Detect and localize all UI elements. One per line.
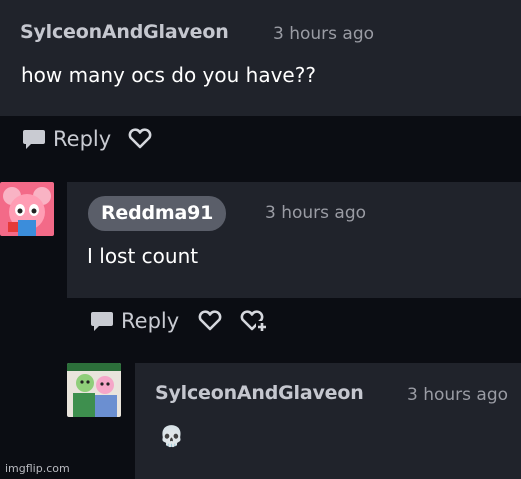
comment-text: how many ocs do you have?? bbox=[21, 63, 316, 87]
comment-username[interactable]: Reddma91 bbox=[88, 196, 227, 231]
comment-timestamp: 3 hours ago bbox=[273, 24, 375, 44]
reply-label: Reply bbox=[121, 309, 180, 333]
comment-thread: SylceonAndGlaveon 3 hours ago how many o… bbox=[0, 0, 521, 479]
avatar[interactable] bbox=[67, 363, 121, 417]
comment-actions: Reply bbox=[90, 309, 269, 333]
comment-card: SylceonAndGlaveon 3 hours ago how many o… bbox=[0, 0, 521, 116]
comment-card: Reddma91 3 hours ago I lost count bbox=[67, 182, 521, 298]
comment-text: I lost count bbox=[87, 244, 199, 268]
watermark: imgflip.com bbox=[5, 462, 70, 475]
comment-timestamp: 3 hours ago bbox=[407, 385, 509, 405]
reply-label: Reply bbox=[53, 127, 112, 151]
add-like-button[interactable] bbox=[239, 309, 269, 333]
comment-username[interactable]: SylceonAndGlaveon bbox=[155, 382, 364, 404]
reply-button[interactable]: Reply bbox=[22, 127, 111, 151]
heart-icon bbox=[198, 310, 222, 331]
reply-button[interactable]: Reply bbox=[90, 309, 179, 333]
speech-bubble-icon bbox=[91, 312, 113, 331]
skull-emoji: 💀 bbox=[159, 424, 184, 448]
comment-card: SylceonAndGlaveon 3 hours ago 💀 bbox=[135, 363, 521, 479]
comment-actions: Reply bbox=[22, 127, 153, 151]
avatar-image bbox=[67, 363, 121, 417]
heart-icon bbox=[128, 128, 152, 149]
speech-bubble-icon bbox=[23, 130, 45, 149]
avatar[interactable] bbox=[0, 182, 54, 236]
comment-timestamp: 3 hours ago bbox=[265, 203, 367, 223]
comment-username[interactable]: SylceonAndGlaveon bbox=[20, 21, 229, 43]
heart-plus-icon bbox=[240, 310, 269, 333]
like-button[interactable] bbox=[127, 128, 153, 150]
avatar-image bbox=[0, 182, 54, 236]
like-button[interactable] bbox=[197, 310, 223, 332]
